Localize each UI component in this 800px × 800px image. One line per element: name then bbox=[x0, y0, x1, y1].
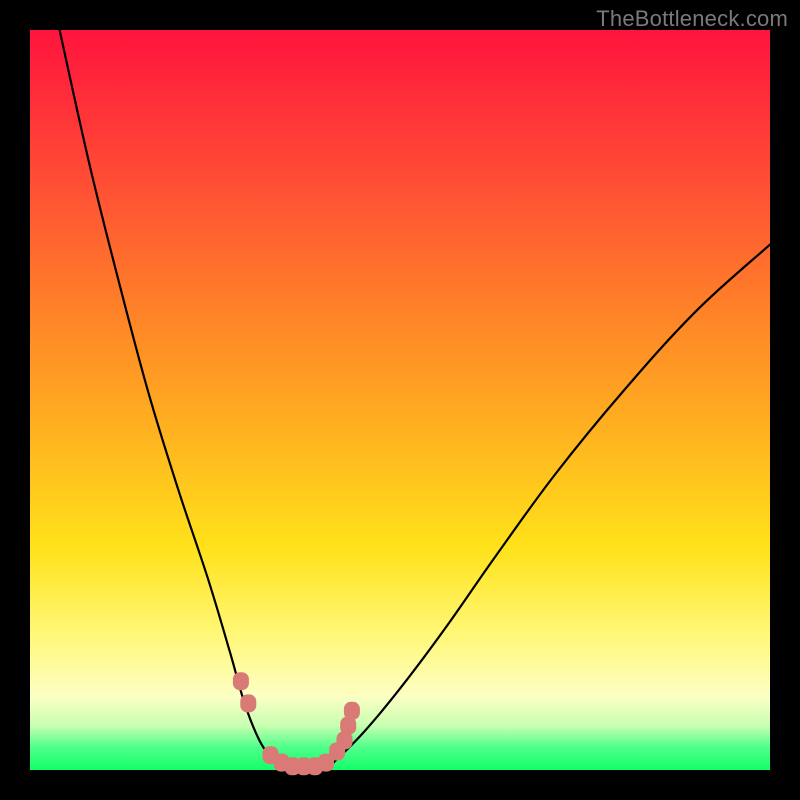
data-marker bbox=[240, 694, 256, 712]
data-marker bbox=[344, 702, 360, 720]
curve-group bbox=[60, 30, 770, 771]
chart-svg bbox=[30, 30, 770, 770]
data-marker bbox=[233, 672, 249, 690]
curve-right-branch bbox=[333, 245, 770, 763]
curve-left-branch bbox=[60, 30, 275, 763]
watermark-text: TheBottleneck.com bbox=[596, 6, 788, 32]
plot-area bbox=[30, 30, 770, 770]
chart-frame: TheBottleneck.com bbox=[0, 0, 800, 800]
